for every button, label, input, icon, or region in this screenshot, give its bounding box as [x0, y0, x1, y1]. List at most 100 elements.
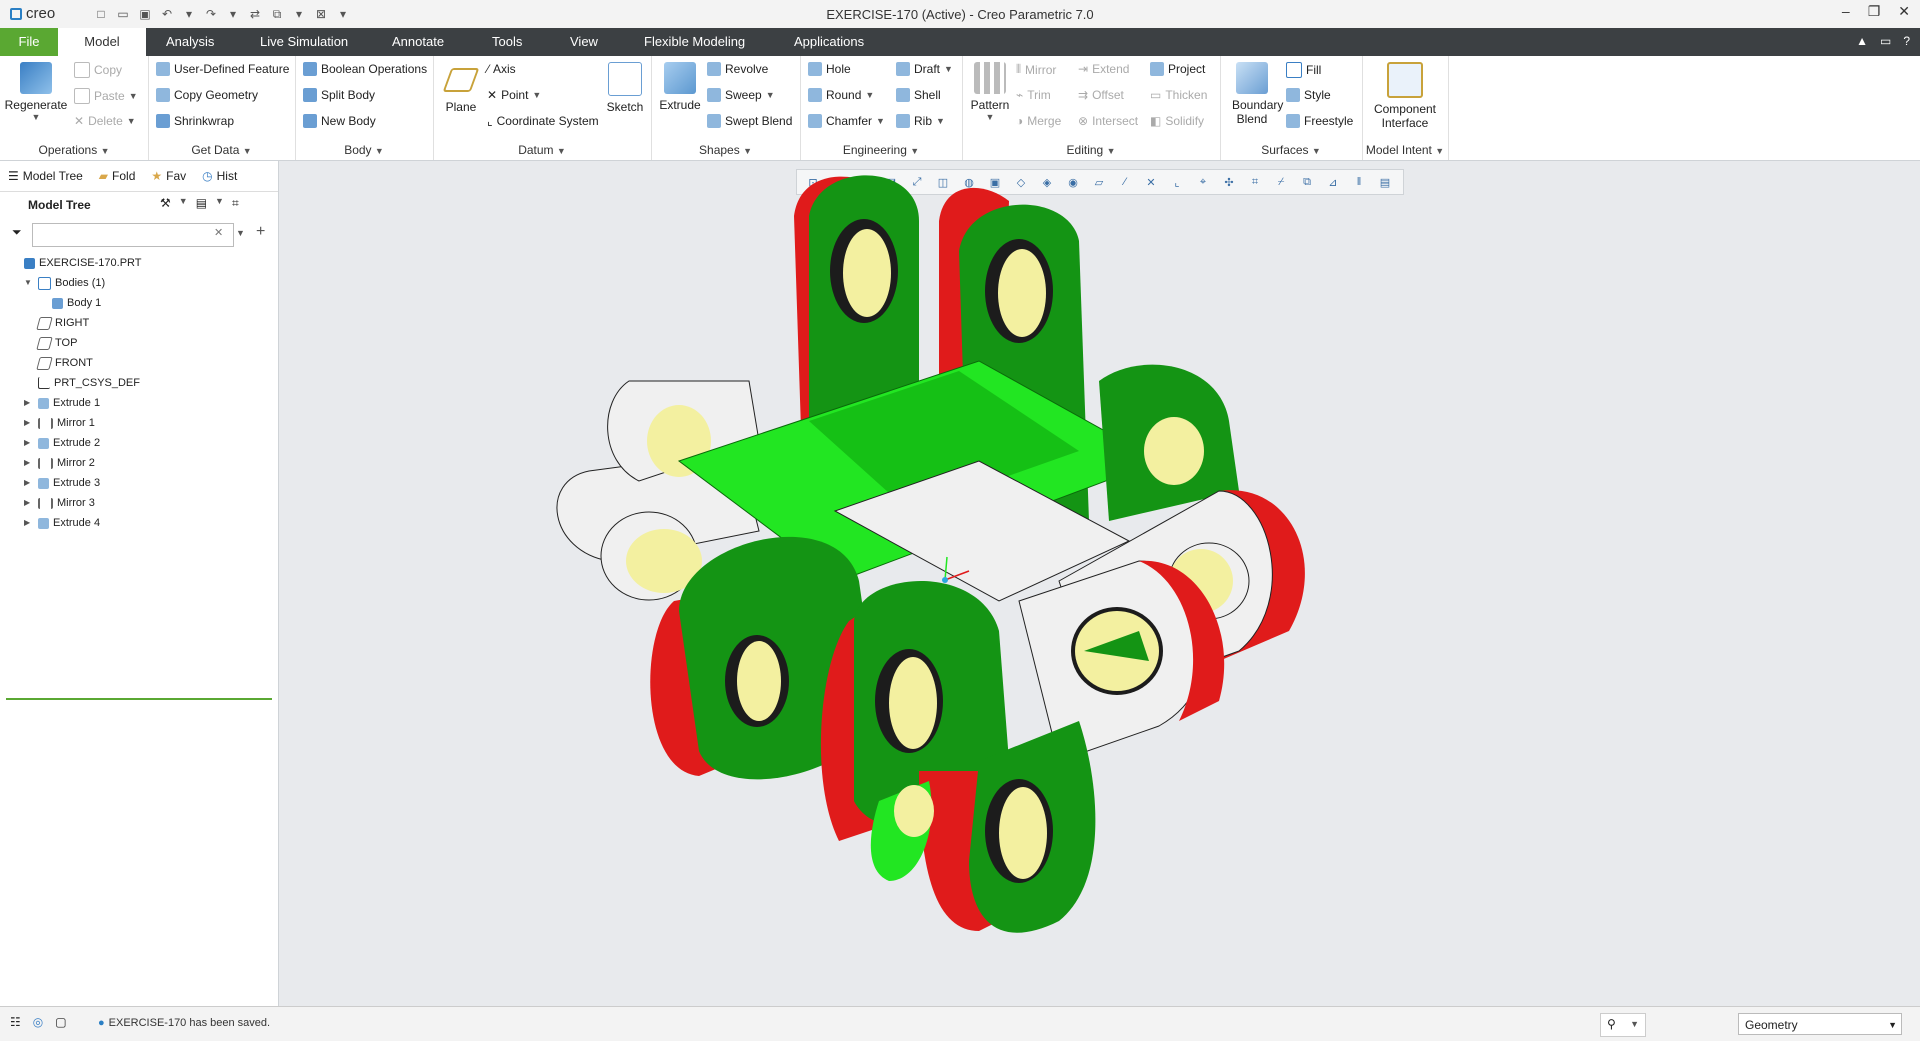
sketch-button[interactable]: Sketch — [603, 58, 647, 114]
expand-icon[interactable]: ▶ — [24, 453, 34, 473]
search-dropdown-icon[interactable]: ▼ — [236, 228, 245, 238]
tree-columns-icon[interactable]: ▤ — [196, 196, 207, 211]
tree-item[interactable]: EXERCISE-170.PRT — [10, 253, 272, 273]
group-label-engineering[interactable]: Engineering ▼ — [800, 143, 962, 157]
tree-item[interactable]: RIGHT — [10, 313, 272, 333]
expand-icon[interactable]: ▶ — [24, 493, 34, 513]
expand-icon[interactable]: ▶ — [24, 393, 34, 413]
fullscreen-icon[interactable]: ▢ — [55, 1015, 66, 1029]
mirror-button[interactable]: ⫴ Mirror — [1016, 62, 1056, 77]
expand-icon[interactable]: ▶ — [24, 473, 34, 493]
browser-toggle-icon[interactable]: ◎ — [33, 1015, 43, 1029]
style-button[interactable]: Style — [1286, 88, 1331, 102]
part-model-render[interactable] — [279, 161, 1920, 1006]
pattern-dropdown-icon[interactable]: ▼ — [966, 112, 1014, 122]
tab-annotate[interactable]: Annotate — [380, 28, 456, 56]
delete-button[interactable]: ✕ Delete ▼ — [74, 114, 136, 128]
tree-item[interactable]: ▶ Mirror 1 — [10, 413, 272, 433]
find-button[interactable]: ⚲ ▼ — [1600, 1013, 1646, 1037]
restore-icon[interactable]: ❐ — [1868, 3, 1881, 20]
tree-item[interactable]: PRT_CSYS_DEF — [10, 373, 272, 393]
tab-model-tree[interactable]: ☰ Model Tree — [0, 161, 91, 191]
boolean-operations-button[interactable]: Boolean Operations — [303, 62, 427, 76]
shell-button[interactable]: Shell — [896, 88, 941, 102]
tab-flexible-modeling[interactable]: Flexible Modeling — [632, 28, 757, 56]
extend-button[interactable]: ⇥ Extend — [1078, 62, 1129, 76]
new-body-button[interactable]: New Body — [303, 114, 376, 128]
tab-applications[interactable]: Applications — [782, 28, 876, 56]
shrinkwrap-button[interactable]: Shrinkwrap — [156, 114, 234, 128]
coordinate-system-button[interactable]: ⌞ Coordinate System — [487, 114, 599, 128]
tree-item[interactable]: ▶ Mirror 2 — [10, 453, 272, 473]
expand-icon[interactable]: ▶ — [24, 513, 34, 533]
plane-button[interactable]: Plane — [437, 58, 485, 114]
group-label-get-data[interactable]: Get Data ▼ — [148, 143, 295, 157]
hole-button[interactable]: Hole — [808, 62, 851, 76]
sweep-button[interactable]: Sweep ▼ — [707, 88, 775, 102]
tree-item[interactable]: Body 1 — [10, 293, 272, 313]
tree-item[interactable]: ▶ Extrude 2 — [10, 433, 272, 453]
expand-icon[interactable]: ▶ — [24, 413, 34, 433]
point-button[interactable]: ✕ Point ▼ — [487, 88, 541, 102]
tab-analysis[interactable]: Analysis — [154, 28, 226, 56]
fill-button[interactable]: Fill — [1286, 62, 1321, 78]
pattern-button[interactable]: Pattern ▼ — [966, 58, 1014, 122]
expand-icon[interactable]: ▼ — [24, 273, 34, 293]
merge-button[interactable]: ◑ Merge — [1016, 114, 1061, 128]
tree-item[interactable]: ▶ Extrude 4 — [10, 513, 272, 533]
udf-button[interactable]: User-Defined Feature — [156, 62, 289, 76]
regenerate-dropdown-icon[interactable]: ▼ — [4, 112, 68, 122]
split-body-button[interactable]: Split Body — [303, 88, 375, 102]
freestyle-button[interactable]: Freestyle — [1286, 114, 1353, 128]
project-button[interactable]: Project — [1150, 62, 1205, 76]
axis-button[interactable]: ⁄ Axis — [487, 62, 516, 76]
tree-item[interactable]: ▶ Mirror 3 — [10, 493, 272, 513]
round-button[interactable]: Round ▼ — [808, 88, 874, 102]
draft-button[interactable]: Draft ▼ — [896, 62, 953, 76]
copy-button[interactable]: Copy — [74, 62, 122, 78]
minimize-ribbon-icon[interactable]: ▲ — [1856, 34, 1868, 48]
revolve-button[interactable]: Revolve — [707, 62, 768, 76]
tree-item[interactable]: ▶ Extrude 1 — [10, 393, 272, 413]
offset-button[interactable]: ⇉ Offset — [1078, 88, 1124, 102]
regenerate-button[interactable]: Regenerate ▼ — [4, 58, 68, 122]
tab-history[interactable]: ◷ Hist — [194, 161, 245, 191]
trim-button[interactable]: ⌁ Trim — [1016, 88, 1051, 102]
clear-search-icon[interactable]: ✕ — [214, 226, 223, 239]
copy-geometry-button[interactable]: Copy Geometry — [156, 88, 258, 102]
tab-view[interactable]: View — [558, 28, 610, 56]
tree-item[interactable]: ▶ Extrude 3 — [10, 473, 272, 493]
paste-button[interactable]: Paste ▼ — [74, 88, 138, 104]
window-toggle-icon[interactable]: ▭ — [1880, 34, 1891, 48]
tree-search-input[interactable] — [32, 223, 234, 247]
group-label-operations[interactable]: Operations ▼ — [0, 143, 148, 157]
tree-item[interactable]: ▼ Bodies (1) — [10, 273, 272, 293]
tree-settings-dropdown-icon[interactable]: ▼ — [179, 196, 188, 211]
group-label-model-intent[interactable]: Model Intent ▼ — [1362, 143, 1448, 157]
tab-model[interactable]: Model — [58, 28, 146, 56]
tab-folder-browser[interactable]: ▰ Fold — [91, 161, 144, 191]
extrude-button[interactable]: Extrude — [655, 58, 705, 112]
chamfer-button[interactable]: Chamfer ▼ — [808, 114, 885, 128]
tree-filter-icon[interactable]: ⌗ — [232, 196, 239, 211]
rib-button[interactable]: Rib ▼ — [896, 114, 945, 128]
component-interface-button[interactable]: Component Interface — [1366, 58, 1444, 130]
tree-item[interactable]: FRONT — [10, 353, 272, 373]
tree-item[interactable]: TOP — [10, 333, 272, 353]
tab-live-simulation[interactable]: Live Simulation — [248, 28, 360, 56]
thicken-button[interactable]: ▭ Thicken — [1150, 88, 1207, 102]
tab-tools[interactable]: Tools — [480, 28, 534, 56]
solidify-button[interactable]: ◧ Solidify — [1150, 114, 1204, 128]
group-label-shapes[interactable]: Shapes ▼ — [651, 143, 800, 157]
tree-settings-icon[interactable]: ⚒ — [160, 196, 171, 211]
group-label-surfaces[interactable]: Surfaces ▼ — [1220, 143, 1362, 157]
intersect-button[interactable]: ⊗ Intersect — [1078, 114, 1138, 128]
selection-filter[interactable]: Geometry ▼ — [1738, 1013, 1902, 1035]
group-label-body[interactable]: Body ▼ — [295, 143, 433, 157]
help-icon[interactable]: ? — [1903, 34, 1910, 48]
navigator-toggle-icon[interactable]: ☷ — [10, 1015, 21, 1029]
boundary-blend-button[interactable]: Boundary Blend — [1224, 58, 1283, 126]
swept-blend-button[interactable]: Swept Blend — [707, 114, 792, 128]
tree-columns-dropdown-icon[interactable]: ▼ — [215, 196, 224, 211]
graphics-viewport[interactable]: ⊡ ⊕ ⊖ ◪ ⤢ ◫ ◍ ▣ ◇ ◈ ◉ ▱ ⁄ ✕ ⌞ ⌖ ✣ ⌗ ⌿ ⧉ … — [279, 161, 1920, 1006]
